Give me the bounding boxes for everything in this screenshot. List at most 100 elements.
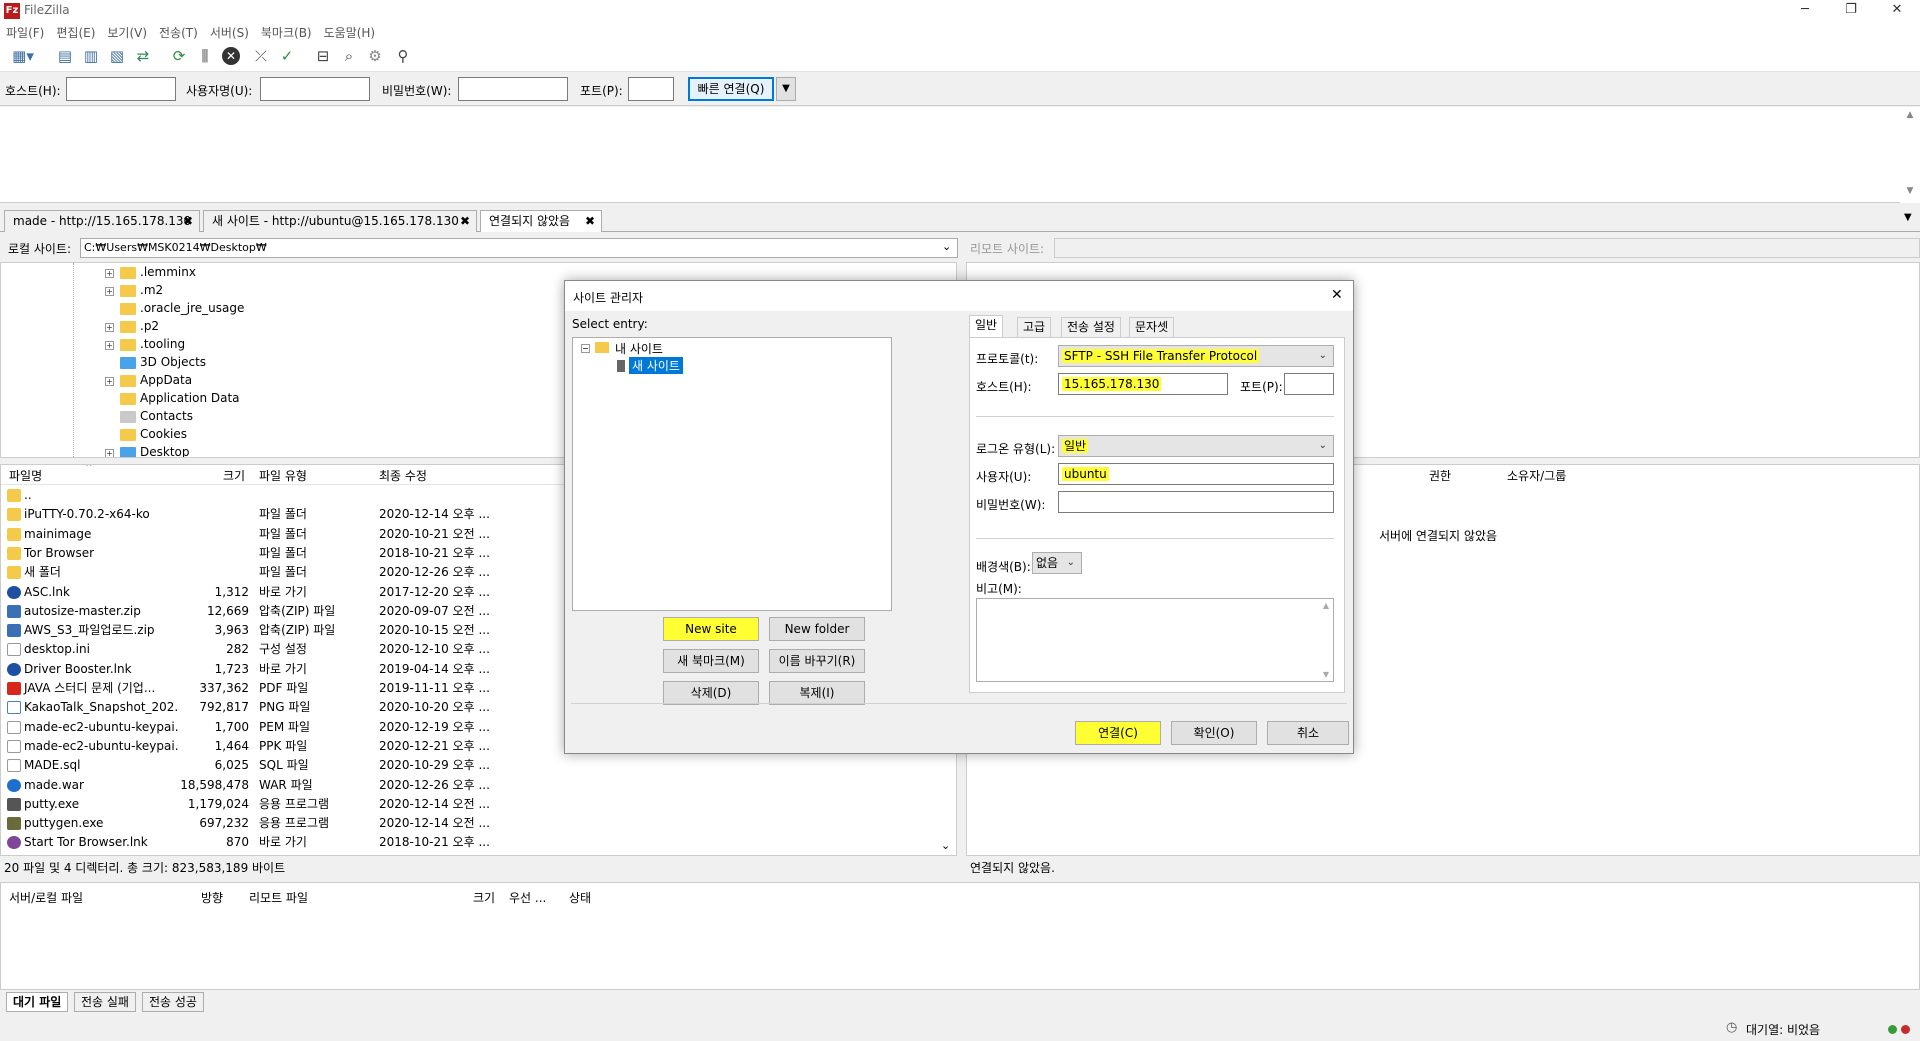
- restore-icon[interactable]: ❐: [1828, 0, 1874, 22]
- user-field[interactable]: ubuntu: [1058, 463, 1334, 485]
- queue-col-remote[interactable]: 리모트 파일: [249, 889, 308, 906]
- close-icon[interactable]: ✖: [585, 211, 595, 231]
- menu-bookmarks[interactable]: 북마크(B): [255, 23, 318, 42]
- toggle-queue-icon[interactable]: ⇄: [132, 45, 154, 67]
- logon-type-select[interactable]: 일반 ⌄: [1058, 435, 1334, 457]
- queue-col-file[interactable]: 서버/로컬 파일: [9, 889, 83, 906]
- file-row[interactable]: MADE.sql 6,025 SQL 파일 2020-10-29 오후 ...: [1, 756, 941, 775]
- bgcolor-select[interactable]: 없음 ⌄: [1032, 552, 1082, 574]
- menu-help[interactable]: 도움말(H): [318, 23, 382, 42]
- new-folder-button[interactable]: New folder: [769, 617, 865, 641]
- port-field[interactable]: [1284, 373, 1334, 395]
- menu-transfer[interactable]: 전송(T): [153, 23, 204, 42]
- toggle-local-tree-icon[interactable]: ▥: [80, 45, 102, 67]
- column-header-owner[interactable]: 소유자/그룹: [1507, 467, 1566, 484]
- scroll-down-icon[interactable]: ⌄: [941, 839, 950, 852]
- connect-button[interactable]: 연결(C): [1075, 721, 1161, 745]
- expand-icon[interactable]: +: [105, 449, 114, 457]
- port-input[interactable]: [628, 77, 674, 101]
- expand-icon[interactable]: +: [105, 269, 114, 278]
- file-row[interactable]: Start Tor Browser.lnk 870 바로 가기 2018-10-21 …: [1, 833, 941, 852]
- tab-transfer-settings[interactable]: 전송 설정: [1061, 317, 1121, 337]
- tree-item[interactable]: .tooling: [120, 335, 185, 353]
- chevron-down-icon[interactable]: ▼: [776, 77, 796, 101]
- tree-item[interactable]: 3D Objects: [120, 353, 206, 371]
- collapse-icon[interactable]: −: [581, 344, 590, 353]
- reconnect-icon[interactable]: ✓: [276, 45, 298, 67]
- tree-root-my-sites[interactable]: 내 사이트: [615, 340, 663, 357]
- expand-icon[interactable]: +: [105, 377, 114, 386]
- tab-queued-files[interactable]: 대기 파일: [6, 992, 69, 1012]
- tree-item[interactable]: Desktop: [120, 443, 190, 457]
- message-log-scrollbar[interactable]: ▲ ▼: [1900, 107, 1920, 203]
- menu-file[interactable]: 파일(F): [0, 23, 50, 42]
- menu-view[interactable]: 보기(V): [101, 23, 153, 42]
- tree-item[interactable]: .p2: [120, 317, 159, 335]
- file-row[interactable]: puttygen.exe 697,232 응용 프로그램 2020-12-14 오전 …: [1, 814, 941, 833]
- expand-icon[interactable]: +: [105, 341, 114, 350]
- tab-made[interactable]: made - http://15.165.178.130 ✖: [4, 210, 200, 232]
- close-icon[interactable]: ✖: [183, 211, 193, 231]
- close-icon[interactable]: ✕: [1874, 0, 1920, 22]
- tab-general[interactable]: 일반: [969, 315, 1004, 337]
- column-header-type[interactable]: 파일 유형: [259, 467, 307, 484]
- cancel-button[interactable]: 취소: [1267, 721, 1349, 745]
- queue-col-priority[interactable]: 우선 ...: [509, 889, 546, 906]
- menu-edit[interactable]: 편집(E): [50, 23, 101, 42]
- queue-col-size[interactable]: 크기: [473, 889, 495, 906]
- tree-item-new-site[interactable]: 새 사이트: [629, 357, 683, 374]
- cancel-operation-icon[interactable]: ✕: [222, 47, 240, 65]
- directory-listing-filters-icon[interactable]: ⊟: [312, 45, 334, 67]
- minimize-icon[interactable]: ─: [1782, 0, 1828, 22]
- host-field[interactable]: 15.165.178.130: [1058, 373, 1228, 395]
- scroll-down-icon[interactable]: ▼: [1323, 670, 1329, 679]
- file-row[interactable]: made.war 18,598,478 WAR 파일 2020-12-26 오후 ..…: [1, 776, 941, 795]
- duplicate-button[interactable]: 복제(I): [769, 681, 865, 705]
- column-header-permissions[interactable]: 권한: [1429, 467, 1451, 484]
- tree-item[interactable]: Application Data: [120, 389, 240, 407]
- tree-item[interactable]: AppData: [120, 371, 192, 389]
- rename-button[interactable]: 이름 바꾸기(R): [769, 649, 865, 673]
- comment-textarea[interactable]: ▲ ▼: [976, 598, 1334, 682]
- quickconnect-button[interactable]: 빠른 연결(Q): [688, 77, 774, 101]
- close-icon[interactable]: ✕: [1331, 287, 1343, 303]
- tree-item[interactable]: .lemminx: [120, 263, 196, 281]
- tree-item[interactable]: .m2: [120, 281, 163, 299]
- menu-server[interactable]: 서버(S): [204, 23, 255, 42]
- tab-successful-transfers[interactable]: 전송 성공: [142, 992, 204, 1012]
- protocol-select[interactable]: SFTP - SSH File Transfer Protocol ⌄: [1058, 345, 1334, 367]
- new-site-button[interactable]: New site: [663, 617, 759, 641]
- remote-path-input[interactable]: [1054, 238, 1920, 258]
- process-queue-icon[interactable]: ⫼: [194, 45, 216, 67]
- tree-item[interactable]: Contacts: [120, 407, 193, 425]
- tab-failed-transfers[interactable]: 전송 실패: [74, 992, 136, 1012]
- tab-charset[interactable]: 문자셋: [1129, 317, 1175, 337]
- ok-button[interactable]: 확인(O): [1171, 721, 1257, 745]
- tree-item[interactable]: Cookies: [120, 425, 187, 443]
- expand-icon[interactable]: +: [105, 287, 114, 296]
- queue-col-direction[interactable]: 방향: [201, 889, 223, 906]
- scroll-up-icon[interactable]: ▲: [1323, 601, 1329, 610]
- find-files-icon[interactable]: ⚲: [392, 45, 414, 67]
- sync-browsing-icon[interactable]: ⚙: [364, 45, 386, 67]
- disconnect-icon[interactable]: ⤫: [250, 45, 272, 67]
- file-row[interactable]: putty.exe 1,179,024 응용 프로그램 2020-12-14 오전 .…: [1, 795, 941, 814]
- username-input[interactable]: [260, 77, 370, 101]
- new-bookmark-button[interactable]: 새 북마크(M): [663, 649, 759, 673]
- tab-advanced[interactable]: 고급: [1017, 317, 1052, 337]
- chevron-down-icon[interactable]: ⌄: [942, 240, 951, 253]
- refresh-icon[interactable]: ⟳: [168, 45, 190, 67]
- site-manager-icon[interactable]: ▦▾: [4, 45, 42, 67]
- host-input[interactable]: [66, 77, 176, 101]
- tabs-dropdown-icon[interactable]: ▼: [1904, 212, 1912, 223]
- password-input[interactable]: [458, 77, 568, 101]
- column-header-name[interactable]: 파일명: [9, 467, 42, 484]
- toggle-message-log-icon[interactable]: ▤: [54, 45, 76, 67]
- tree-item[interactable]: .oracle_jre_usage: [120, 299, 244, 317]
- close-icon[interactable]: ✖: [460, 211, 470, 231]
- queue-col-status[interactable]: 상태: [569, 889, 591, 906]
- tab-not-connected[interactable]: 연결되지 않았음 ✖: [480, 210, 602, 232]
- column-header-modified[interactable]: 최종 수정: [379, 467, 427, 484]
- delete-button[interactable]: 삭제(D): [663, 681, 759, 705]
- toggle-remote-tree-icon[interactable]: ▧: [106, 45, 128, 67]
